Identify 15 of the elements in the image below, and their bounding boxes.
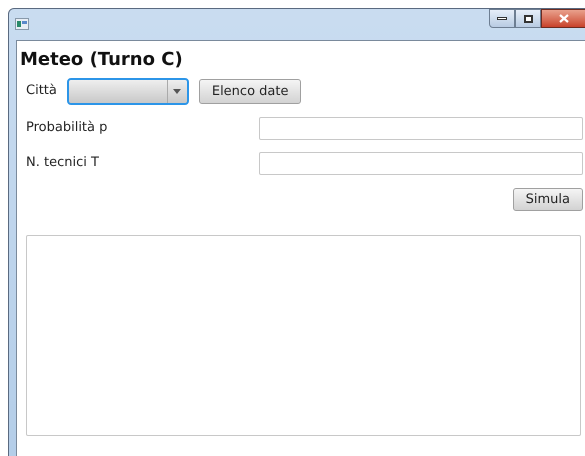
minimize-button[interactable] <box>489 9 515 28</box>
simulate-button[interactable]: Simula <box>512 188 583 210</box>
field-label: Probabilità p <box>26 119 108 138</box>
app-icon <box>15 18 29 30</box>
city-label: Città <box>26 82 57 100</box>
date-list-button[interactable]: Elenco date <box>198 78 302 104</box>
field-label: N. tecnici T <box>26 154 100 172</box>
maximize-button[interactable] <box>515 9 541 28</box>
close-button[interactable] <box>541 9 585 28</box>
input-field[interactable] <box>259 116 583 140</box>
close-icon <box>559 14 569 23</box>
dropdown-caret-icon <box>173 88 182 94</box>
app-heading: Meteo (Turno C) <box>20 49 184 72</box>
input-field[interactable] <box>259 152 583 174</box>
city-dropdown[interactable] <box>66 78 189 104</box>
